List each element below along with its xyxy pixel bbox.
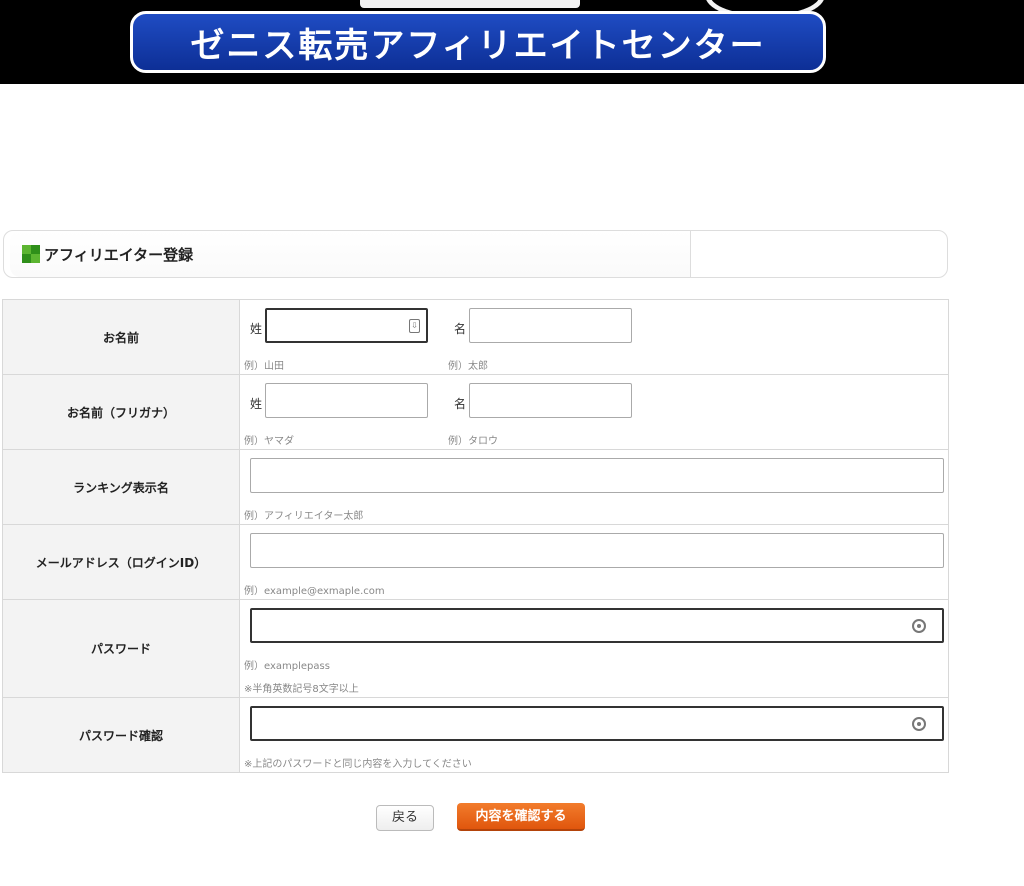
- password-confirm-label: パスワード確認: [2, 697, 240, 773]
- ranking-name-input[interactable]: [250, 458, 944, 493]
- form-row-kana: お名前（フリガナ） 姓 名 例）ヤマダ 例）タロウ: [2, 374, 949, 450]
- logo-fragment: [360, 0, 580, 8]
- password-input[interactable]: [250, 608, 944, 643]
- password-cell: 例）examplepass ※半角英数記号8文字以上: [239, 599, 949, 698]
- first-name-example: 例）太郎: [448, 361, 488, 372]
- kana-sei-label: 姓: [250, 397, 263, 411]
- name-cell: 姓 ⇩ 名 例）山田 例）太郎: [239, 299, 949, 375]
- last-name-example: 例）山田: [244, 361, 284, 372]
- autofill-contact-icon[interactable]: ⇩: [409, 319, 420, 333]
- form-row-ranking: ランキング表示名 例）アフィリエイター太郎: [2, 449, 949, 525]
- first-name-input[interactable]: [469, 308, 632, 343]
- last-name-kana-input[interactable]: [265, 383, 428, 418]
- confirm-button[interactable]: 内容を確認する: [457, 803, 585, 831]
- section-title: アフィリエイター登録: [44, 245, 194, 264]
- kana-mei-label: 名: [454, 397, 467, 411]
- banner-title: ゼニス転売アフィリエイトセンター: [190, 25, 766, 66]
- name-label: お名前: [2, 299, 240, 375]
- password-confirm-reveal-icon[interactable]: [912, 717, 926, 731]
- last-name-kana-example: 例）ヤマダ: [244, 436, 294, 447]
- site-header: ゼニス転売アフィリエイトセンター: [0, 0, 1024, 84]
- kana-cell: 姓 名 例）ヤマダ 例）タロウ: [239, 374, 949, 450]
- section-header: アフィリエイター登録: [3, 230, 948, 278]
- form-row-password: パスワード 例）examplepass ※半角英数記号8文字以上: [2, 599, 949, 698]
- form-row-name: お名前 姓 ⇩ 名 例）山田 例）太郎: [2, 299, 949, 375]
- ranking-example: 例）アフィリエイター太郎: [244, 511, 364, 522]
- email-example: 例）example@exmaple.com: [244, 586, 385, 597]
- sei-label: 姓: [250, 322, 263, 336]
- site-banner[interactable]: ゼニス転売アフィリエイトセンター: [130, 11, 826, 73]
- email-label: メールアドレス（ログインID）: [2, 524, 240, 600]
- password-confirm-note: ※上記のパスワードと同じ内容を入力してください: [244, 759, 472, 770]
- email-cell: 例）example@exmaple.com: [239, 524, 949, 600]
- ranking-label: ランキング表示名: [2, 449, 240, 525]
- password-label: パスワード: [2, 599, 240, 698]
- form-row-email: メールアドレス（ログインID） 例）example@exmaple.com: [2, 524, 949, 600]
- registration-form: お名前 姓 ⇩ 名 例）山田 例）太郎 お名前（フリガナ） 姓 名 例）ヤマダ …: [2, 299, 949, 773]
- green-grid-icon: [22, 245, 40, 263]
- first-name-kana-example: 例）タロウ: [448, 436, 498, 447]
- back-button[interactable]: 戻る: [376, 805, 434, 831]
- password-confirm-input[interactable]: [250, 706, 944, 741]
- password-example: 例）examplepass: [244, 661, 330, 672]
- password-confirm-cell: ※上記のパスワードと同じ内容を入力してください: [239, 697, 949, 773]
- section-title-box: アフィリエイター登録: [10, 231, 691, 277]
- mei-label: 名: [454, 322, 467, 336]
- password-reveal-icon[interactable]: [912, 619, 926, 633]
- first-name-kana-input[interactable]: [469, 383, 632, 418]
- ranking-cell: 例）アフィリエイター太郎: [239, 449, 949, 525]
- last-name-input[interactable]: ⇩: [265, 308, 428, 343]
- password-note: ※半角英数記号8文字以上: [244, 684, 359, 695]
- email-input[interactable]: [250, 533, 944, 568]
- kana-label: お名前（フリガナ）: [2, 374, 240, 450]
- form-row-password-confirm: パスワード確認 ※上記のパスワードと同じ内容を入力してください: [2, 697, 949, 773]
